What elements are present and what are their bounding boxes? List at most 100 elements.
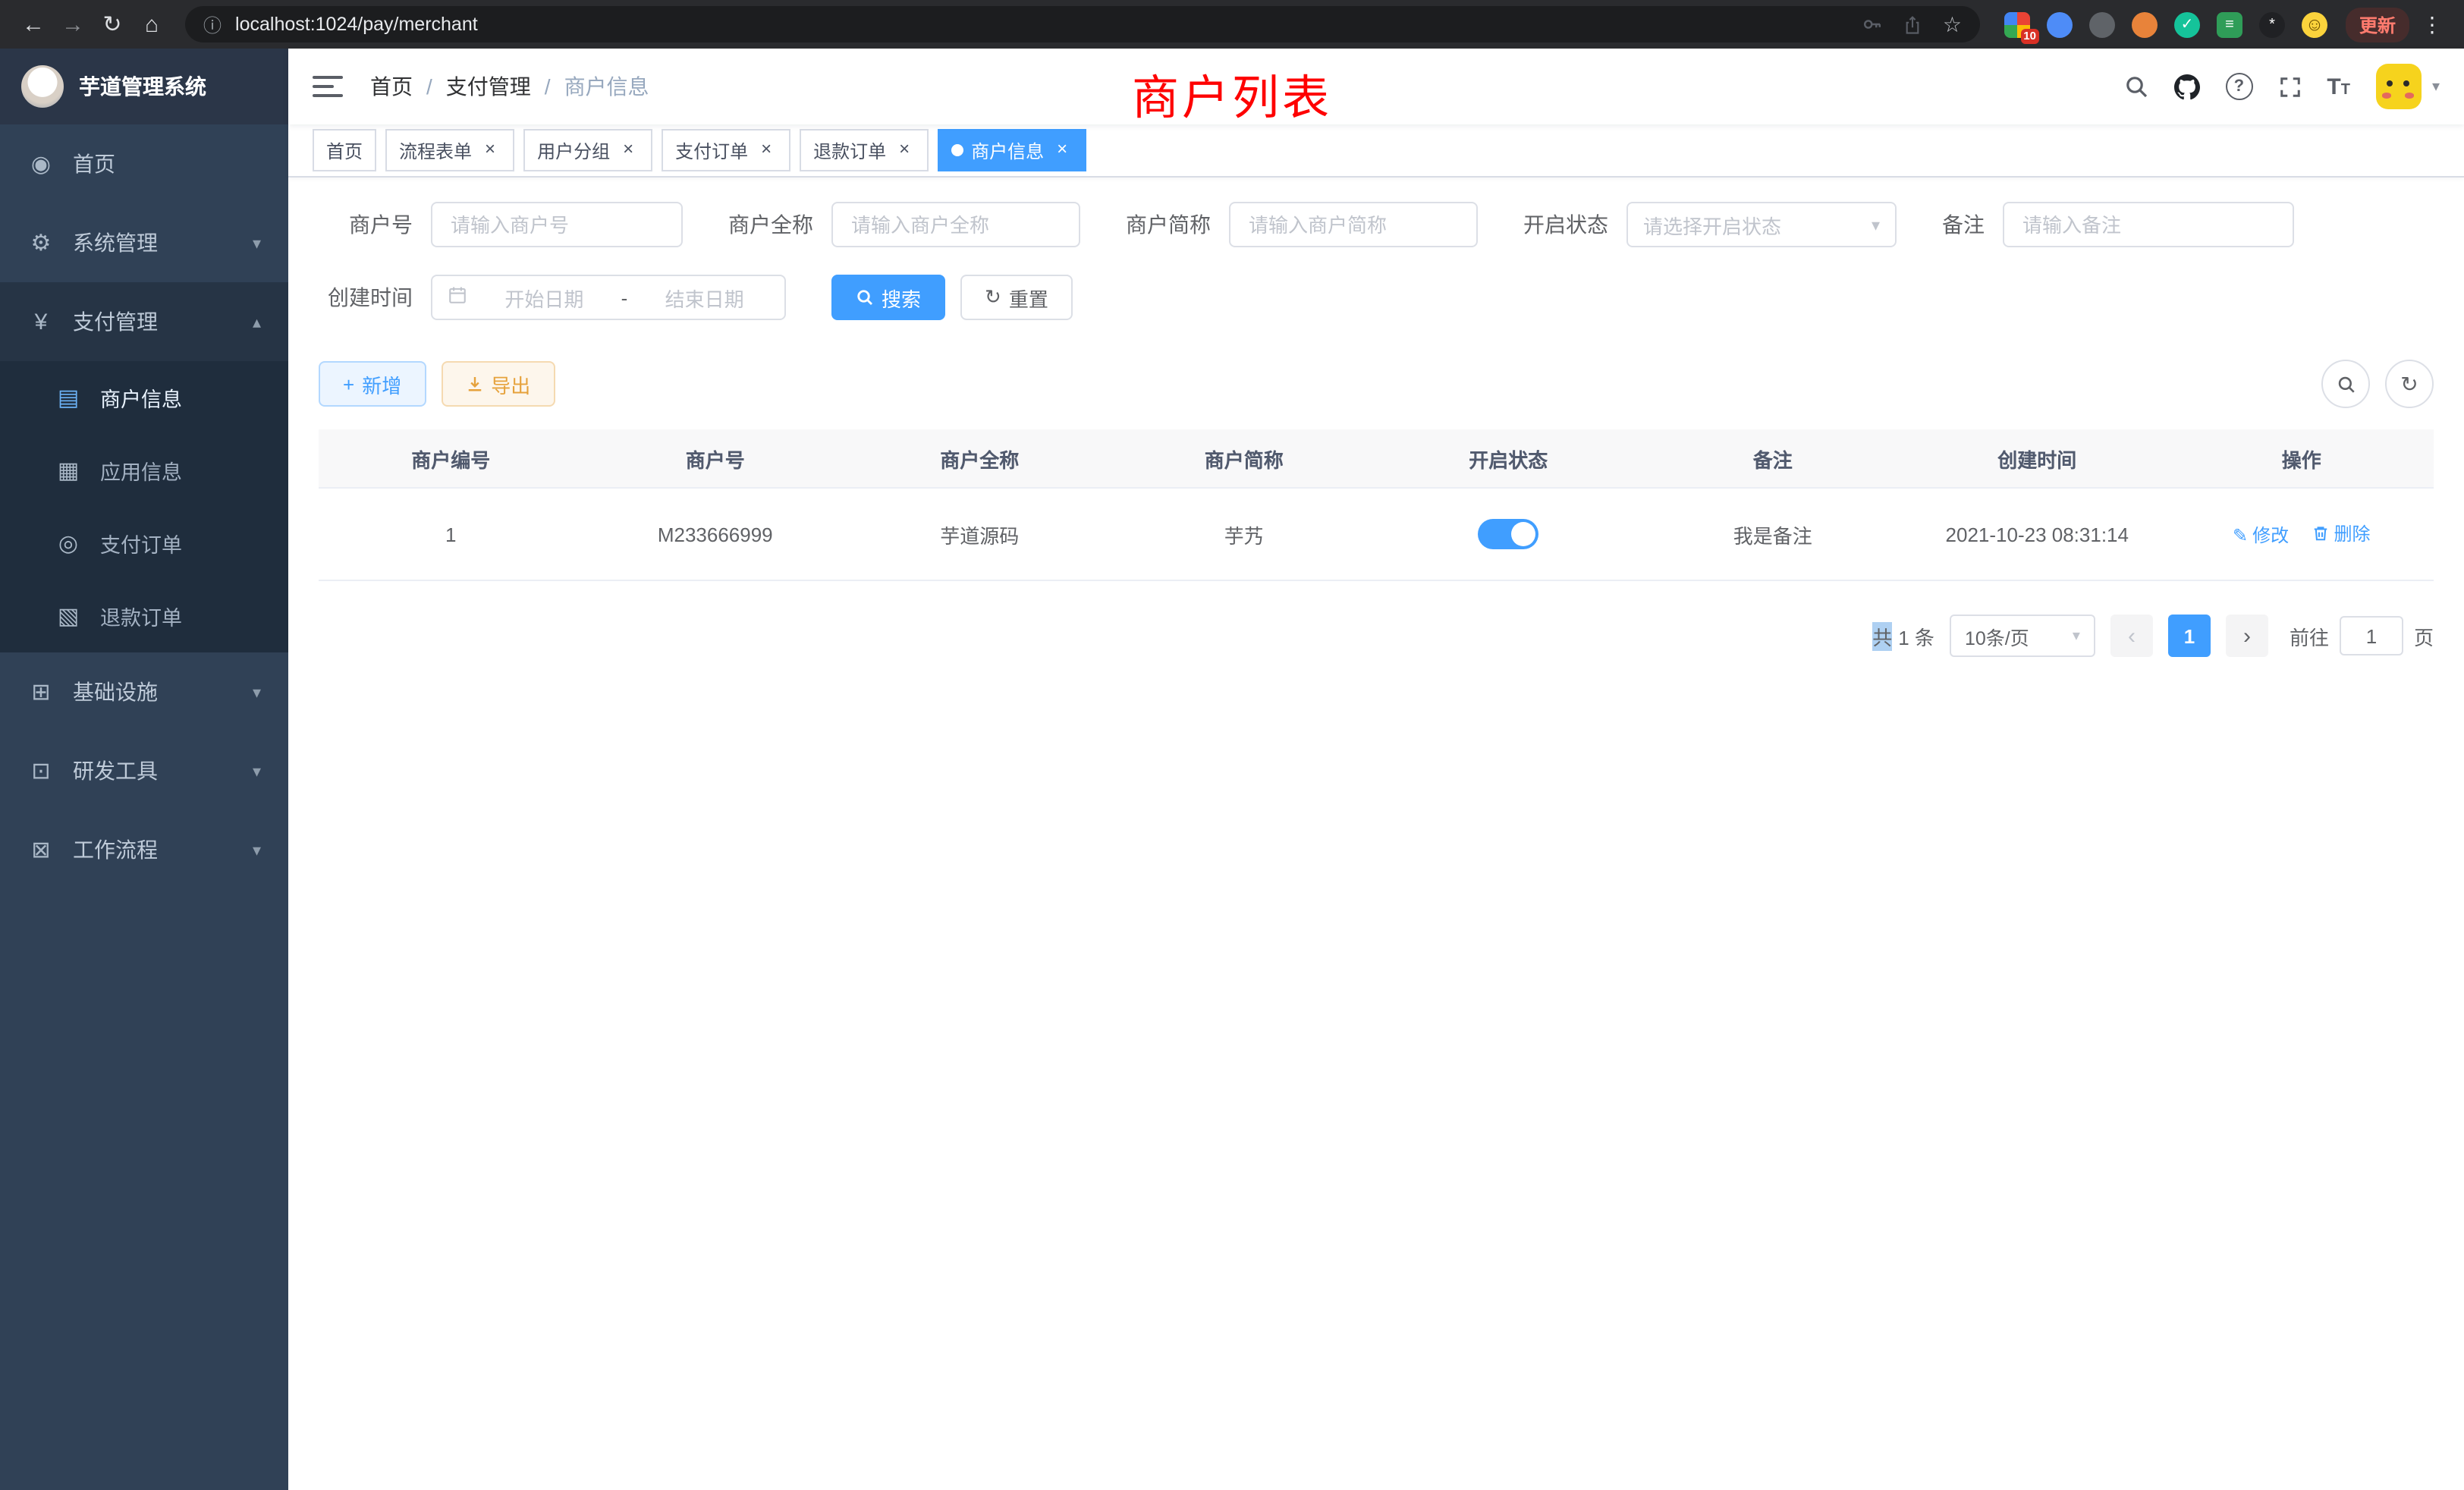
status-select[interactable]: 请选择开启状态 ▾ [1626,202,1897,247]
sidebar-item-payment[interactable]: ¥ 支付管理 ▴ [0,282,288,361]
pinwheel-extension-icon[interactable]: * [2259,11,2285,37]
help-icon[interactable]: ? [2225,73,2252,100]
close-icon[interactable]: × [618,140,639,161]
navbar-actions: ? TT ▾ [2123,64,2440,109]
sidebar-item-label: 工作流程 [73,835,234,865]
short-name-input[interactable] [1229,202,1478,247]
sidebar-item-label: 应用信息 [100,455,261,486]
sidebar-item-system[interactable]: ⚙ 系统管理 ▾ [0,203,288,282]
sidebar-subitem-refund-order[interactable]: ▧ 退款订单 [0,580,288,652]
orange-extension-icon[interactable] [2132,11,2158,37]
col-seq: 商户编号 [319,429,583,488]
add-button[interactable]: + 新增 [319,361,426,407]
main-area: 商户列表 首页 / 支付管理 / 商户信息 [288,49,2464,1490]
sidebar-item-home[interactable]: ◉ 首页 [0,124,288,203]
smiley-avatar-extension-icon[interactable]: ☺ [2302,11,2327,37]
merchant-no-input[interactable] [431,202,683,247]
tab-pay-order[interactable]: 支付订单 × [662,129,790,171]
bookmark-star-icon[interactable]: ☆ [1943,14,1962,35]
next-page-button[interactable]: › [2226,615,2268,657]
status-toggle[interactable] [1478,519,1538,549]
cell-status [1376,488,1641,580]
sidebar-item-label: 支付订单 [100,528,261,558]
sidebar-subitem-pay-order[interactable]: ◎ 支付订单 [0,507,288,580]
sidebar-item-infrastructure[interactable]: ⊞ 基础设施 ▾ [0,652,288,731]
dark-extension-icon[interactable] [2089,11,2115,37]
search-button[interactable]: 搜索 [831,275,945,320]
breadcrumb: 首页 / 支付管理 / 商户信息 [370,71,649,102]
tab-process-form[interactable]: 流程表单 × [385,129,514,171]
app-logo[interactable]: 芋道管理系统 [0,49,288,124]
plus-icon: + [343,372,354,395]
screen: ← → ↻ ⌂ ⓘ localhost:1024/pay/merchant ☆ [0,0,2464,1490]
colorful-extension-icon[interactable]: 10 [2004,11,2030,37]
tab-label: 用户分组 [537,137,610,163]
browser-home-button[interactable]: ⌂ [134,6,170,42]
filter-status: 开启状态 请选择开启状态 ▾ [1523,202,1897,247]
sidebar-item-workflow[interactable]: ⊠ 工作流程 ▾ [0,810,288,889]
font-size-icon[interactable]: TT [2327,74,2350,99]
field-label: 备注 [1942,209,1985,240]
url-text: localhost:1024/pay/merchant [235,14,1862,35]
browser-menu-icon[interactable]: ⋮ [2415,11,2449,37]
remark-input[interactable] [2003,202,2294,247]
sidebar-menu: ◉ 首页 ⚙ 系统管理 ▾ ¥ 支付管理 ▴ ▤ [0,124,288,1490]
breadcrumb-home[interactable]: 首页 [370,71,413,102]
search-icon[interactable] [2123,74,2148,99]
browser-forward-button[interactable]: → [55,6,91,42]
browser-reload-button[interactable]: ↻ [94,6,130,42]
chevron-down-icon: ▾ [1872,215,1880,234]
avatar[interactable] [2376,64,2422,109]
breadcrumb-payment[interactable]: 支付管理 [446,71,531,102]
share-icon[interactable] [1903,14,1923,34]
pagination-total: 共 1 条 [1872,621,1934,650]
close-icon[interactable]: × [894,140,915,161]
browser-update-button[interactable]: 更新 [2346,7,2409,42]
edit-link[interactable]: ✎ 修改 [2233,523,2289,549]
sidebar-item-label: 研发工具 [73,756,234,786]
green-book-extension-icon[interactable]: ≡ [2217,11,2242,37]
full-name-input[interactable] [831,202,1080,247]
page-number-1[interactable]: 1 [2168,615,2211,657]
blue-extension-icon[interactable] [2047,11,2073,37]
tab-label: 流程表单 [399,137,472,163]
export-button[interactable]: 导出 [441,361,555,407]
tab-merchant-info[interactable]: 商户信息 × [938,129,1086,171]
password-key-icon[interactable] [1862,14,1884,35]
toggle-search-button[interactable] [2321,360,2370,408]
refresh-table-button[interactable]: ↻ [2385,360,2434,408]
tab-label: 支付订单 [675,137,748,163]
address-bar[interactable]: ⓘ localhost:1024/pay/merchant ☆ [185,6,1980,42]
tab-home[interactable]: 首页 [313,129,376,171]
page-size-select[interactable]: 10条/页 ▾ [1950,615,2095,657]
tab-refund-order[interactable]: 退款订单 × [800,129,929,171]
green-check-extension-icon[interactable]: ✓ [2174,11,2200,37]
date-range-picker[interactable]: 开始日期 - 结束日期 [431,275,786,320]
sidebar-subitem-app-info[interactable]: ▦ 应用信息 [0,434,288,507]
reset-button[interactable]: ↻ 重置 [960,275,1073,320]
pagination-jumper: 前往 页 [2290,616,2434,655]
chevron-down-icon: ▾ [253,840,261,860]
close-icon[interactable]: × [1051,140,1073,161]
tab-user-group[interactable]: 用户分组 × [523,129,652,171]
fullscreen-icon[interactable] [2278,75,2301,98]
logo-avatar [21,65,64,108]
hamburger-icon[interactable] [313,76,343,97]
prev-page-button[interactable]: ‹ [2110,615,2153,657]
github-icon[interactable] [2173,74,2199,99]
sidebar-subitem-merchant-info[interactable]: ▤ 商户信息 [0,361,288,434]
sidebar-item-dev-tools[interactable]: ⊡ 研发工具 ▾ [0,731,288,810]
payment-submenu: ▤ 商户信息 ▦ 应用信息 ◎ 支付订单 ▧ 退 [0,361,288,652]
top-navbar: 首页 / 支付管理 / 商户信息 ? [288,49,2464,124]
close-icon[interactable]: × [756,140,777,161]
extension-badge: 10 [2020,28,2039,43]
col-full-name: 商户全称 [847,429,1112,488]
field-label: 开启状态 [1523,209,1608,240]
yen-icon: ¥ [27,309,55,335]
user-menu[interactable]: ▾ [2376,64,2440,109]
site-info-icon[interactable]: ⓘ [203,11,222,37]
delete-link[interactable]: 删除 [2312,520,2370,546]
browser-back-button[interactable]: ← [15,6,52,42]
close-icon[interactable]: × [479,140,501,161]
goto-page-input[interactable] [2340,616,2403,655]
